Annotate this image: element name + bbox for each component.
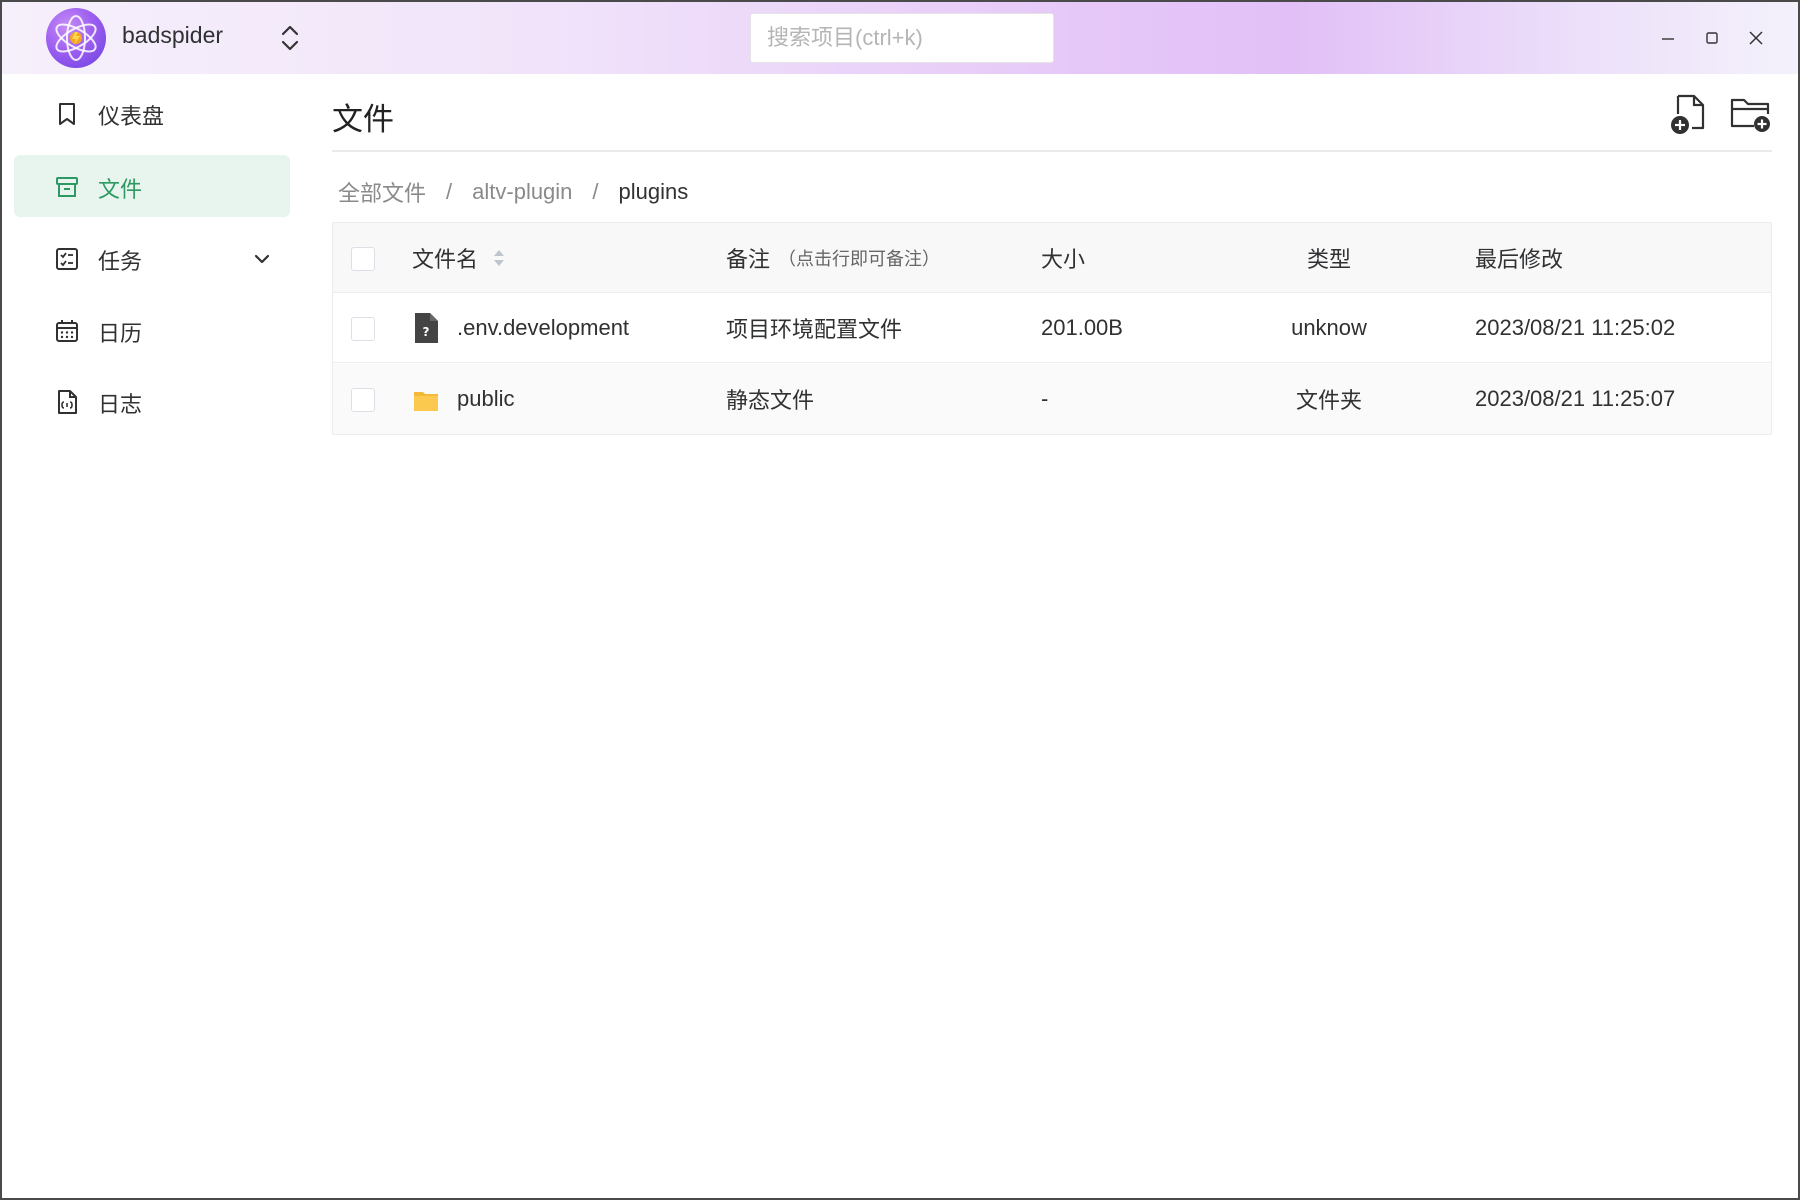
search-input[interactable] [750,13,1054,63]
file-type: unknow [1291,315,1367,340]
new-folder-button[interactable] [1728,92,1772,136]
switch-project-icon[interactable] [278,22,302,54]
column-label: 文件名 [412,247,479,272]
table-row[interactable]: ? .env.development 项目环境配置文件 201.00B unkn… [333,293,1771,363]
file-note[interactable]: 静态文件 [726,364,814,434]
minimize-button[interactable] [1650,20,1686,56]
table-header: 文件名 备注 （点击行即可备注） 大小 类型 最后修改 [333,223,1771,293]
maximize-icon [1706,32,1718,44]
file-modified: 2023/08/21 11:25:07 [1475,386,1676,411]
header-divider [332,150,1772,152]
breadcrumb-item[interactable]: 全部文件 [338,176,426,208]
sidebar-item-label: 任务 [98,249,143,274]
app-logo[interactable] [46,8,106,68]
calendar-icon [56,320,78,342]
maximize-button[interactable] [1694,20,1730,56]
file-note[interactable]: 项目环境配置文件 [726,293,902,363]
sidebar-item-calendar[interactable]: 日历 [14,299,290,361]
select-all-checkbox[interactable] [351,247,375,271]
sidebar-item-logs[interactable]: 日志 [14,370,290,432]
row-checkbox[interactable] [351,388,375,412]
sidebar: 仪表盘 文件 任务 日历 日志 [2,74,302,1198]
new-file-button[interactable] [1666,92,1710,136]
sidebar-item-label: 日历 [98,321,143,346]
sidebar-item-files[interactable]: 文件 [14,155,290,217]
file-size: 201.00B [1041,315,1123,340]
breadcrumb-item[interactable]: altv-plugin [472,179,572,205]
note-hint: （点击行即可备注） [778,249,941,269]
minimize-icon [1662,38,1674,40]
file-type: 文件夹 [1295,388,1362,413]
new-file-icon [1671,94,1705,134]
sidebar-item-label: 文件 [98,177,143,202]
breadcrumb: 全部文件 / altv-plugin / plugins [338,176,688,208]
file-modified: 2023/08/21 11:25:02 [1475,315,1676,340]
column-header-type: 类型 [1306,247,1351,272]
file-name[interactable]: public [457,364,514,434]
sidebar-item-tasks[interactable]: 任务 [14,227,290,289]
column-header-size: 大小 [1041,247,1086,272]
title-bar: badspider [2,2,1798,74]
app-name[interactable]: badspider [122,22,223,49]
sort-icon[interactable] [492,247,506,269]
task-list-icon [56,248,78,270]
file-size: - [1041,386,1049,411]
archive-icon [56,177,78,197]
breadcrumb-separator: / [446,179,453,204]
sidebar-item-dashboard[interactable]: 仪表盘 [14,82,290,144]
close-icon [1749,31,1763,45]
svg-text:?: ? [423,325,430,339]
column-header-name[interactable]: 文件名 [412,223,506,293]
unknown-file-icon: ? [415,313,438,343]
breadcrumb-current: plugins [618,179,689,204]
new-folder-icon [1730,98,1770,132]
breadcrumb-separator: / [592,179,599,204]
sidebar-item-label: 仪表盘 [98,104,165,129]
file-table: 文件名 备注 （点击行即可备注） 大小 类型 最后修改 ? .env.devel… [332,222,1772,435]
sidebar-item-label: 日志 [98,392,143,417]
row-checkbox[interactable] [351,317,375,341]
folder-icon [414,392,438,411]
close-button[interactable] [1738,20,1774,56]
file-name[interactable]: .env.development [457,293,629,363]
bookmark-icon [59,103,75,125]
log-file-icon [58,390,77,414]
app-window: badspider 仪表盘 [0,0,1800,1200]
column-label: 备注 [726,247,771,272]
column-header-modified: 最后修改 [1475,247,1564,272]
chevron-down-icon[interactable] [252,249,272,269]
page-title: 文件 [332,102,394,137]
column-header-note: 备注 （点击行即可备注） [726,223,940,293]
table-row[interactable]: public 静态文件 - 文件夹 2023/08/21 11:25:07 [333,364,1771,434]
